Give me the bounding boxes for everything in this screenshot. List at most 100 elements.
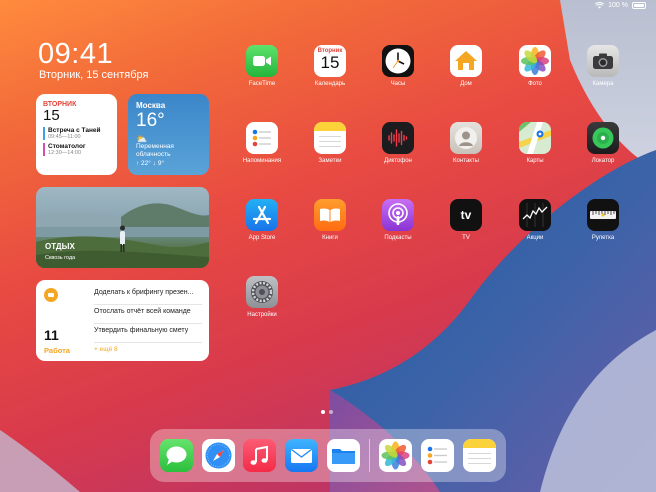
app-app-store[interactable]: App Store	[235, 199, 289, 241]
photo-widget-subtitle: Сквозь года	[45, 255, 76, 261]
calendar-icon: Вторник 15	[314, 45, 346, 77]
reminders-count: 11	[44, 327, 59, 343]
app-tv[interactable]: tv TV	[439, 199, 493, 241]
app-maps[interactable]: Карты	[508, 122, 562, 164]
page-indicator[interactable]	[321, 410, 333, 414]
dock-music-icon[interactable]	[243, 439, 276, 472]
app-label: Настройки	[247, 312, 277, 318]
find-my-icon	[587, 122, 619, 154]
dock-mail-icon[interactable]	[285, 439, 318, 472]
clock-date: Вторник, 15 сентября	[39, 69, 149, 81]
app-label: TV	[462, 235, 470, 241]
clock-time: 09:41	[38, 38, 114, 70]
reminders-widget[interactable]: 11 Работа Доделать к брифингу презен... …	[36, 280, 209, 361]
calendar-widget[interactable]: ВТОРНИК 15 Встреча с Таней 09:45—11:00 С…	[36, 94, 117, 175]
app-find-my[interactable]: Локатор	[576, 122, 630, 164]
clock-icon	[382, 45, 414, 77]
app-label: Диктофон	[384, 158, 412, 164]
reminders-more[interactable]: + ещё 8	[94, 346, 202, 353]
app-facetime[interactable]: FaceTime	[235, 45, 289, 87]
calendar-event-title: Встреча с Таней	[48, 127, 101, 134]
app-settings[interactable]: Настройки	[235, 276, 289, 318]
weather-condition: Переменная облачность	[136, 143, 174, 158]
tv-icon-text: tv	[460, 208, 472, 222]
app-label: Напоминания	[242, 158, 282, 164]
app-store-icon	[246, 199, 278, 231]
app-label: Дом	[460, 81, 472, 87]
podcasts-icon	[382, 199, 414, 231]
battery-text: 100 %	[608, 2, 628, 9]
dock-notes-icon[interactable]	[463, 439, 496, 472]
reminders-list: Доделать к брифингу презен... Отослать о…	[94, 286, 202, 353]
app-contacts[interactable]: Контакты	[439, 122, 493, 164]
calendar-event: Стоматолог 12:30—14:00	[43, 143, 110, 156]
dock	[150, 429, 506, 482]
app-label: Локатор	[591, 158, 615, 164]
app-photos[interactable]: Фото	[508, 45, 562, 87]
reminders-icon	[246, 122, 278, 154]
reminder-item[interactable]: Утвердить финальную смету	[94, 324, 202, 343]
weather-city: Москва	[136, 101, 166, 110]
app-label: Календарь	[314, 81, 346, 87]
reminder-item[interactable]: Отослать отчёт всей команде	[94, 305, 202, 324]
dock-separator	[369, 439, 370, 472]
app-reminders[interactable]: Напоминания	[235, 122, 289, 164]
notes-icon	[314, 122, 346, 154]
app-podcasts[interactable]: Подкасты	[371, 199, 425, 241]
measure-icon	[587, 199, 619, 231]
calendar-widget-day: 15	[43, 107, 60, 124]
app-label: Контакты	[453, 158, 479, 164]
app-camera[interactable]: Камера	[576, 45, 630, 87]
app-label: Подкасты	[384, 235, 412, 241]
app-stocks[interactable]: Акции	[508, 199, 562, 241]
photo-widget-title: ОТДЫХ	[45, 242, 75, 251]
reminder-item[interactable]: Доделать к брифингу презен...	[94, 286, 202, 305]
photos-icon	[519, 45, 551, 77]
app-clock[interactable]: Часы	[371, 45, 425, 87]
app-label: Акции	[526, 235, 544, 241]
calendar-event-title: Стоматолог	[48, 143, 86, 150]
tv-icon: tv	[450, 199, 482, 231]
reminders-list-icon	[44, 288, 58, 302]
calendar-event-time: 09:45—11:00	[48, 134, 81, 140]
app-calendar[interactable]: Вторник 15 Календарь	[303, 45, 357, 87]
calendar-event-time: 12:30—14:00	[48, 150, 82, 156]
app-label: Часы	[390, 81, 406, 87]
page-dot[interactable]	[329, 410, 333, 414]
photo-widget[interactable]: ОТДЫХ Сквозь года	[36, 187, 209, 268]
calendar-event: Встреча с Таней 09:45—11:00	[43, 127, 110, 140]
app-voice-memos[interactable]: Диктофон	[371, 122, 425, 164]
stocks-icon	[519, 199, 551, 231]
weather-widget[interactable]: Москва 16° ⛅ Переменная облачность ↑ 22°…	[128, 94, 209, 175]
dock-files-icon[interactable]	[327, 439, 360, 472]
dock-messages-icon[interactable]	[160, 439, 193, 472]
partly-cloudy-icon: ⛅	[136, 134, 148, 144]
app-label: Рулетка	[591, 235, 615, 241]
wifi-icon	[595, 2, 605, 9]
page-dot[interactable]	[321, 410, 325, 414]
contacts-icon	[450, 122, 482, 154]
dock-reminders-icon[interactable]	[421, 439, 454, 472]
facetime-icon	[246, 45, 278, 77]
maps-icon	[519, 122, 551, 154]
calendar-icon-day: 15	[320, 53, 340, 72]
voice-memos-icon	[382, 122, 414, 154]
app-measure[interactable]: Рулетка	[576, 199, 630, 241]
app-label: App Store	[248, 235, 276, 241]
app-home[interactable]: Дом	[439, 45, 493, 87]
books-icon	[314, 199, 346, 231]
app-label: Фото	[528, 81, 542, 87]
app-label: FaceTime	[248, 81, 276, 87]
app-label: Книги	[322, 235, 338, 241]
home-icon	[450, 45, 482, 77]
app-notes[interactable]: Заметки	[303, 122, 357, 164]
app-label: Камера	[592, 81, 614, 87]
app-label: Заметки	[318, 158, 342, 164]
app-label: Карты	[526, 158, 544, 164]
weather-range: ↑ 22° ↓ 9°	[136, 160, 164, 167]
camera-icon	[587, 45, 619, 77]
dock-safari-icon[interactable]	[202, 439, 235, 472]
settings-icon	[246, 276, 278, 308]
dock-photos-icon[interactable]	[379, 439, 412, 472]
app-books[interactable]: Книги	[303, 199, 357, 241]
